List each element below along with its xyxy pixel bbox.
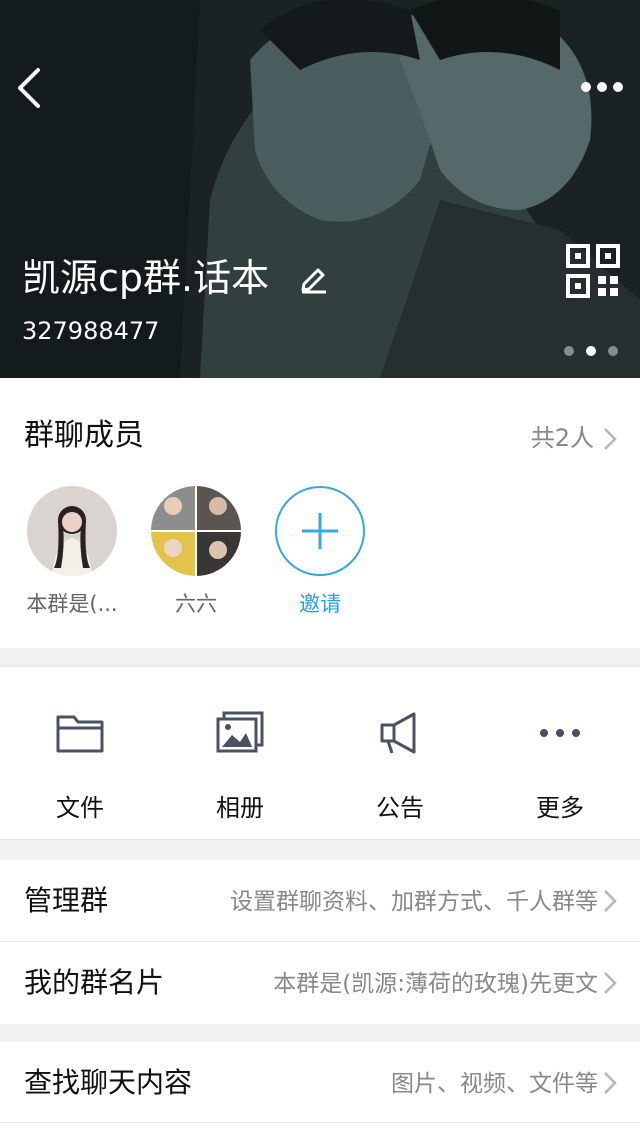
quick-actions-bar: 文件 相册 公告 更多 <box>0 666 640 840</box>
files-button[interactable]: 文件 <box>0 709 160 823</box>
row-label: 管理群 <box>24 884 109 917</box>
avatar[interactable] <box>151 486 241 576</box>
row-value: 设置群聊资料、加群方式、千人群等 <box>230 889 598 915</box>
chevron-right-icon <box>604 890 617 912</box>
carousel-indicator <box>560 346 624 358</box>
member-item[interactable]: 六六 <box>136 486 256 616</box>
back-arrow-icon[interactable] <box>12 64 48 112</box>
album-icon <box>216 711 264 753</box>
announcement-button[interactable]: 公告 <box>320 709 480 823</box>
carousel-dot[interactable] <box>608 346 618 356</box>
carousel-dot[interactable] <box>564 346 574 356</box>
invite-button[interactable]: 邀请 <box>260 486 380 616</box>
chevron-right-icon <box>604 972 617 994</box>
files-label: 文件 <box>56 794 104 822</box>
avatar[interactable] <box>27 486 117 576</box>
my-group-card-row[interactable]: 我的群名片 本群是(凯源:薄荷的玫瑰)先更文 <box>0 942 640 1024</box>
more-button[interactable]: 更多 <box>480 709 640 823</box>
group-id: 327988477 <box>22 317 160 345</box>
row-value: 图片、视频、文件等 <box>391 1071 598 1097</box>
chevron-right-icon <box>604 1072 617 1094</box>
search-chat-row[interactable]: 查找聊天内容 图片、视频、文件等 <box>0 1042 640 1138</box>
members-title: 群聊成员 <box>24 418 144 453</box>
group-name: 凯源cp群.话本 <box>22 256 270 300</box>
divider <box>0 1122 640 1123</box>
member-item[interactable]: 本群是(... <box>12 486 132 616</box>
edit-pencil-icon[interactable] <box>298 262 330 294</box>
album-label: 相册 <box>216 794 264 822</box>
announcement-label: 公告 <box>376 794 424 822</box>
more-options-icon[interactable] <box>576 72 628 102</box>
group-members-section: 群聊成员 共2人 本群是(... 六六 邀请 <box>0 378 640 648</box>
chevron-right-icon[interactable] <box>602 426 618 452</box>
add-member-icon[interactable] <box>275 486 365 576</box>
manage-group-row[interactable]: 管理群 设置群聊资料、加群方式、千人群等 <box>0 860 640 942</box>
announcement-icon <box>380 712 416 754</box>
member-name: 六六 <box>175 592 217 616</box>
group-profile-page: 凯源cp群.话本 327988477 群聊成员 共2人 本群是(... 六六 邀… <box>0 0 640 1138</box>
qr-code-icon[interactable] <box>566 244 620 298</box>
row-label: 我的群名片 <box>24 966 165 999</box>
carousel-dot-active[interactable] <box>586 346 596 356</box>
group-cover-banner: 凯源cp群.话本 327988477 <box>0 0 640 378</box>
members-count[interactable]: 共2人 <box>531 422 594 454</box>
album-button[interactable]: 相册 <box>160 709 320 823</box>
invite-label: 邀请 <box>299 592 341 616</box>
row-label: 查找聊天内容 <box>24 1066 193 1099</box>
row-value: 本群是(凯源:薄荷的玫瑰)先更文 <box>273 971 598 997</box>
member-name: 本群是(... <box>26 592 118 616</box>
more-label: 更多 <box>536 794 584 822</box>
more-dots-icon <box>540 729 580 737</box>
folder-icon <box>56 715 104 753</box>
